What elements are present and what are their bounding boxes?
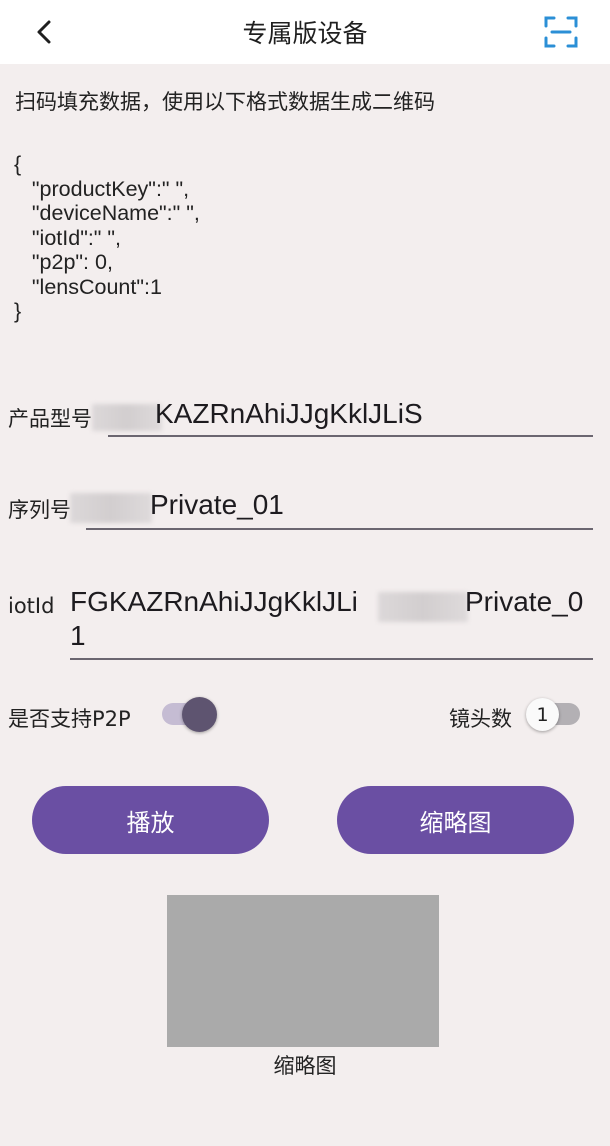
serial-number-label: 序列号 bbox=[8, 498, 71, 522]
iotid-input-line1[interactable]: FGKAZRnAhiJJgKklJLi bbox=[70, 586, 358, 618]
serial-number-input[interactable]: Private_01 bbox=[150, 489, 284, 521]
redacted-region bbox=[70, 493, 152, 523]
redacted-region bbox=[378, 592, 468, 622]
iotid-input-line1-tail[interactable]: Private_0 bbox=[465, 586, 583, 618]
play-button[interactable]: 播放 bbox=[32, 786, 269, 854]
iotid-input-line2[interactable]: 1 bbox=[70, 620, 86, 652]
thumbnail-image-placeholder bbox=[167, 895, 439, 1047]
iotid-underline bbox=[70, 658, 593, 660]
lens-count-switch-thumb[interactable]: 1 bbox=[526, 698, 559, 731]
lens-count-label: 镜头数 bbox=[449, 707, 512, 731]
page-title: 专属版设备 bbox=[242, 19, 368, 48]
p2p-label: 是否支持P2P bbox=[8, 707, 131, 731]
json-format-example: { "productKey":" ", "deviceName":" ", "i… bbox=[14, 152, 200, 323]
p2p-switch-thumb[interactable] bbox=[182, 697, 217, 732]
top-app-bar: 专属版设备 bbox=[0, 0, 610, 64]
product-model-underline bbox=[108, 435, 593, 437]
serial-number-underline bbox=[86, 528, 593, 530]
scan-hint-text: 扫码填充数据，使用以下格式数据生成二维码 bbox=[15, 90, 435, 114]
iotid-label: iotId bbox=[8, 594, 55, 618]
product-model-input[interactable]: KAZRnAhiJJgKklJLiS bbox=[155, 398, 423, 430]
scan-icon[interactable] bbox=[543, 14, 579, 50]
thumbnail-caption: 缩略图 bbox=[273, 1054, 337, 1078]
redacted-region bbox=[92, 404, 162, 431]
product-model-label: 产品型号 bbox=[8, 407, 92, 431]
thumbnail-button[interactable]: 缩略图 bbox=[337, 786, 574, 854]
